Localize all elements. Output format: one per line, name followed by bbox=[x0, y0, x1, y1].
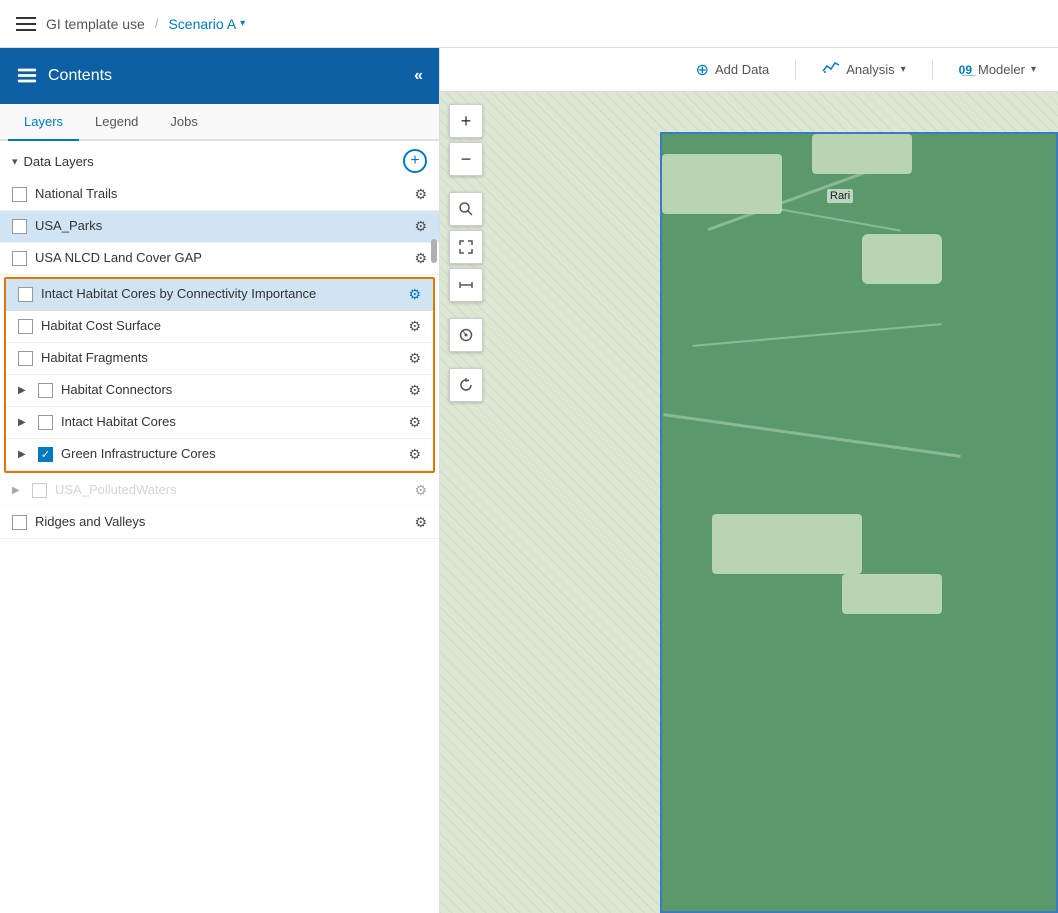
layer-item-ridges-valleys[interactable]: Ridges and Valleys ⚙ bbox=[0, 507, 439, 539]
layer-checkbox-green-infra-cores[interactable]: ✓ bbox=[38, 447, 53, 462]
measure-button[interactable] bbox=[449, 268, 483, 302]
layer-name-habitat-connectors: Habitat Connectors bbox=[61, 382, 400, 399]
layers-panel: ▾ Data Layers + National Trails ⚙ USA_Pa… bbox=[0, 141, 439, 913]
scenario-dropdown[interactable]: Scenario A ▾ bbox=[168, 16, 245, 32]
map-area: ⊕ Add Data Analysis ▾ 0̲9̲ Modeler ▾ bbox=[440, 48, 1058, 913]
layer-checkbox-intact-habitat-cores[interactable] bbox=[18, 287, 33, 302]
layer-name-green-infra-cores: Green Infrastructure Cores bbox=[61, 446, 400, 463]
layer-name-habitat-fragments: Habitat Fragments bbox=[41, 350, 400, 367]
habitat-connectors-expand-arrow[interactable]: ▶ bbox=[18, 385, 30, 397]
hamburger-menu[interactable] bbox=[16, 17, 36, 31]
map-clearing-5 bbox=[842, 574, 942, 614]
layer-settings-usa-nlcd[interactable]: ⚙ bbox=[414, 250, 427, 267]
analysis-icon bbox=[822, 59, 840, 80]
contents-header: Contents « bbox=[0, 48, 439, 104]
layer-checkbox-intact-habitat-cores2[interactable] bbox=[38, 415, 53, 430]
layer-settings-national-trails[interactable]: ⚙ bbox=[414, 186, 427, 203]
data-layers-label: Data Layers bbox=[24, 154, 94, 169]
layer-settings-habitat-cost[interactable]: ⚙ bbox=[408, 318, 421, 335]
zoom-out-button[interactable]: − bbox=[449, 142, 483, 176]
speed-button[interactable] bbox=[449, 318, 483, 352]
map-clearing-2 bbox=[812, 134, 912, 174]
layer-name-intact-habitat-cores2: Intact Habitat Cores bbox=[61, 414, 400, 431]
contents-label: Contents bbox=[48, 67, 112, 85]
layer-checkbox-ridges-valleys[interactable] bbox=[12, 515, 27, 530]
refresh-button[interactable] bbox=[449, 368, 483, 402]
modeler-icon: 0̲9̲ bbox=[959, 63, 972, 77]
layer-item-intact-habitat-cores2[interactable]: ▶ Intact Habitat Cores ⚙ bbox=[6, 407, 433, 439]
layer-checkbox-national-trails[interactable] bbox=[12, 187, 27, 202]
layer-checkbox-habitat-cost[interactable] bbox=[18, 319, 33, 334]
search-map-button[interactable] bbox=[449, 192, 483, 226]
layer-checkbox-habitat-connectors[interactable] bbox=[38, 383, 53, 398]
layer-name-usa-parks: USA_Parks bbox=[35, 218, 406, 235]
layer-settings-usa-polluted-waters[interactable]: ⚙ bbox=[414, 482, 427, 499]
tab-legend[interactable]: Legend bbox=[79, 104, 154, 141]
scroll-indicator bbox=[431, 239, 437, 263]
sidebar: Contents « Layers Legend Jobs ▾ Data Lay… bbox=[0, 48, 440, 913]
layer-name-usa-nlcd: USA NLCD Land Cover GAP bbox=[35, 250, 406, 267]
top-bar: GI template use / Scenario A ▾ bbox=[0, 0, 1058, 48]
layer-name-usa-polluted-waters: USA_PollutedWaters bbox=[55, 482, 406, 499]
layer-item-usa-polluted-waters[interactable]: ▶ USA_PollutedWaters ⚙ bbox=[0, 475, 439, 507]
zoom-extent-button[interactable] bbox=[449, 230, 483, 264]
layer-settings-ridges-valleys[interactable]: ⚙ bbox=[414, 514, 427, 531]
scenario-caret: ▾ bbox=[240, 18, 245, 29]
toolbar-separator-2 bbox=[932, 60, 933, 80]
tab-layers[interactable]: Layers bbox=[8, 104, 79, 141]
layer-item-green-infra-cores[interactable]: ▶ ✓ Green Infrastructure Cores ⚙ bbox=[6, 439, 433, 471]
main-layout: Contents « Layers Legend Jobs ▾ Data Lay… bbox=[0, 48, 1058, 913]
app-title: GI template use bbox=[46, 16, 145, 32]
layer-item-usa-parks[interactable]: USA_Parks ⚙ bbox=[0, 211, 439, 243]
map-clearing-3 bbox=[862, 234, 942, 284]
layer-item-intact-habitat-cores[interactable]: Intact Habitat Cores by Connectivity Imp… bbox=[6, 279, 433, 311]
layer-item-usa-nlcd[interactable]: USA NLCD Land Cover GAP ⚙ bbox=[0, 243, 439, 275]
add-data-icon: ⊕ bbox=[696, 60, 709, 80]
green-infra-cores-expand-arrow[interactable]: ▶ bbox=[18, 449, 30, 461]
layer-settings-intact-habitat-cores2[interactable]: ⚙ bbox=[408, 414, 421, 431]
map-clearing-1 bbox=[662, 154, 782, 214]
layer-checkbox-usa-polluted-waters[interactable] bbox=[32, 483, 47, 498]
data-layers-expand-arrow[interactable]: ▾ bbox=[12, 155, 18, 168]
layer-settings-usa-parks[interactable]: ⚙ bbox=[414, 218, 427, 235]
layer-settings-green-infra-cores[interactable]: ⚙ bbox=[408, 446, 421, 463]
collapse-sidebar-button[interactable]: « bbox=[414, 67, 423, 85]
layer-settings-intact-habitat-cores[interactable]: ⚙ bbox=[408, 286, 421, 303]
map-toolbar: ⊕ Add Data Analysis ▾ 0̲9̲ Modeler ▾ bbox=[440, 48, 1058, 92]
layer-name-intact-habitat-cores: Intact Habitat Cores by Connectivity Imp… bbox=[41, 286, 400, 303]
tab-jobs[interactable]: Jobs bbox=[154, 104, 213, 141]
map-container[interactable]: Rari + − bbox=[440, 92, 1058, 913]
layer-settings-habitat-fragments[interactable]: ⚙ bbox=[408, 350, 421, 367]
map-clearing-4 bbox=[712, 514, 862, 574]
contents-title: Contents bbox=[16, 65, 112, 87]
data-layers-header: ▾ Data Layers + bbox=[0, 141, 439, 179]
add-layer-button[interactable]: + bbox=[403, 149, 427, 173]
modeler-button[interactable]: 0̲9̲ Modeler ▾ bbox=[953, 58, 1042, 81]
layer-name-habitat-cost: Habitat Cost Surface bbox=[41, 318, 400, 335]
layer-checkbox-usa-nlcd[interactable] bbox=[12, 251, 27, 266]
layer-item-national-trails[interactable]: National Trails ⚙ bbox=[0, 179, 439, 211]
breadcrumb-sep: / bbox=[155, 16, 159, 31]
map-city-label: Rari bbox=[827, 189, 853, 203]
layer-name-ridges-valleys: Ridges and Valleys bbox=[35, 514, 406, 531]
zoom-in-button[interactable]: + bbox=[449, 104, 483, 138]
layer-item-habitat-cost[interactable]: Habitat Cost Surface ⚙ bbox=[6, 311, 433, 343]
usa-polluted-expand-arrow[interactable]: ▶ bbox=[12, 485, 24, 497]
layer-name-national-trails: National Trails bbox=[35, 186, 406, 203]
toolbar-separator-1 bbox=[795, 60, 796, 80]
intact-habitat-cores2-expand-arrow[interactable]: ▶ bbox=[18, 417, 30, 429]
tabs-bar: Layers Legend Jobs bbox=[0, 104, 439, 141]
analysis-button[interactable]: Analysis ▾ bbox=[816, 55, 911, 84]
layer-item-habitat-fragments[interactable]: Habitat Fragments ⚙ bbox=[6, 343, 433, 375]
layer-checkbox-usa-parks[interactable] bbox=[12, 219, 27, 234]
orange-selection-group: Intact Habitat Cores by Connectivity Imp… bbox=[4, 277, 435, 473]
map-controls: + − bbox=[440, 92, 492, 913]
layer-settings-habitat-connectors[interactable]: ⚙ bbox=[408, 382, 421, 399]
add-data-button[interactable]: ⊕ Add Data bbox=[690, 56, 776, 84]
layer-checkbox-habitat-fragments[interactable] bbox=[18, 351, 33, 366]
map-inner-area: Rari bbox=[660, 132, 1058, 913]
layer-item-habitat-connectors[interactable]: ▶ Habitat Connectors ⚙ bbox=[6, 375, 433, 407]
layers-stack-icon bbox=[16, 65, 38, 87]
